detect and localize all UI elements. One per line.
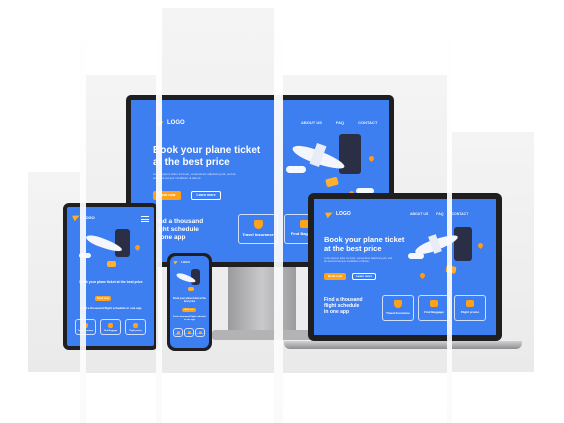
logo-text: LOGO [167, 120, 185, 126]
menu-icon[interactable] [141, 216, 149, 222]
shield-icon [253, 220, 263, 229]
ticket-icon [107, 261, 116, 267]
laptop-find-text: Find a thousand flight schedule in one a… [324, 297, 363, 315]
smartphone: LOGO Book your plane ticket at the best … [167, 253, 212, 351]
phone-illustration [174, 267, 206, 295]
laptop-nav: ABOUT US FAQ CONTACT [410, 212, 468, 216]
laptop-book-button[interactable]: Book now [324, 273, 346, 280]
tablet-card-flight-promo[interactable]: Flight promo [125, 319, 146, 335]
baggage-icon [108, 323, 113, 328]
overlay-strip [274, 0, 283, 423]
overlay-strip [447, 0, 452, 423]
card-label: Travel Insurance [175, 334, 181, 336]
location-pin-icon [476, 241, 485, 250]
phone-card-flight-promo[interactable]: Flight promo [195, 328, 205, 337]
laptop-subtext: Lorem ipsum dolor sit amet, consectetur … [324, 257, 393, 264]
nav-faq-link[interactable]: FAQ [436, 212, 443, 216]
smartphone-illustration-icon [454, 227, 472, 261]
baggage-icon [430, 300, 438, 307]
location-pin-icon [133, 243, 142, 252]
desktop-card-travel-insurance[interactable]: Travel Insurance [238, 214, 278, 244]
mockup-stage: LOGO ABOUT US FAQ CONTACT Book your plan… [0, 0, 564, 423]
card-label: Find Baggage [424, 310, 444, 314]
monitor-stand-neck [228, 267, 296, 331]
plane-logo-icon [173, 259, 179, 265]
cloud-icon [286, 166, 306, 173]
card-label: Find Baggage [103, 330, 118, 332]
laptop-learn-button[interactable]: Learn more [352, 273, 376, 280]
find-line-3: in one app [324, 309, 349, 315]
phone-book-button[interactable]: Book now [182, 308, 196, 312]
headline-line-2: at the best price [153, 156, 230, 168]
shield-icon [394, 300, 402, 308]
desktop-nav: ABOUT US FAQ CONTACT [301, 120, 377, 125]
laptop-card-travel-insurance[interactable]: Travel Insurance [382, 295, 414, 321]
tablet-book-button[interactable]: Book now [95, 296, 111, 301]
headline-line-1: Book your plane ticket [153, 145, 261, 156]
nav-faq-link[interactable]: FAQ [336, 120, 344, 125]
phone-card-find-baggage[interactable]: Find Baggage [184, 328, 194, 337]
logo-text: LOGO [181, 260, 190, 264]
desktop-headline: Book your plane ticket at the best price [153, 145, 260, 168]
phone-find-text: Find a thousand flight schedule in one a… [173, 316, 206, 321]
phone-card-travel-insurance[interactable]: Travel Insurance [173, 328, 183, 337]
laptop-headline: Book your plane ticket at the best price [324, 235, 404, 253]
card-label: Travel Insurance [242, 232, 274, 237]
laptop-logo[interactable]: LOGO [325, 209, 351, 219]
nav-contact-link[interactable]: CONTACT [451, 212, 468, 216]
nav-about-link[interactable]: ABOUT US [301, 120, 322, 125]
nav-contact-link[interactable]: CONTACT [358, 120, 377, 125]
tablet-card-find-baggage[interactable]: Find Baggage [100, 319, 121, 335]
location-pin-icon [418, 271, 427, 280]
nav-home-link[interactable]: ABOUT US [410, 212, 428, 216]
laptop-screen: LOGO ABOUT US FAQ CONTACT Book your plan… [314, 199, 496, 335]
desktop-learn-button[interactable]: Learn more [191, 191, 221, 200]
tablet-illustration [77, 225, 145, 277]
card-label: Travel Insurance [386, 311, 410, 315]
laptop-card-find-baggage[interactable]: Find Baggage [418, 295, 450, 321]
phone-screen: LOGO Book your plane ticket at the best … [170, 256, 209, 348]
phone-logo[interactable]: LOGO [173, 259, 190, 265]
ticket-icon [188, 287, 194, 291]
card-label: Flight promo [196, 334, 204, 335]
laptop: LOGO ABOUT US FAQ CONTACT Book your plan… [308, 193, 502, 341]
card-label: Flight promo [460, 310, 480, 314]
promo-tag-icon [133, 323, 138, 328]
overlay-strip [80, 0, 86, 423]
promo-tag-icon [466, 300, 474, 307]
laptop-base [284, 341, 522, 349]
smartphone-illustration-icon [115, 229, 130, 257]
overlay-strip [156, 0, 162, 423]
laptop-card-flight-promo[interactable]: Flight promo [454, 295, 486, 321]
card-label: Flight promo [129, 330, 142, 332]
logo-text: LOGO [336, 211, 351, 217]
phone-headline: Book your plane ticket at the best price [173, 297, 206, 303]
monitor-stand-base [212, 330, 312, 340]
desktop-subtext: Lorem ipsum dolor sit amet, consectetur … [153, 172, 236, 180]
tablet: LOGO Book your plane ticket at the best … [63, 203, 158, 350]
headline-line-2: at the best price [324, 243, 382, 253]
location-pin-icon [367, 154, 376, 163]
ticket-icon [325, 176, 339, 188]
card-label: Find Baggage [185, 334, 193, 335]
plane-logo-icon [325, 209, 334, 219]
